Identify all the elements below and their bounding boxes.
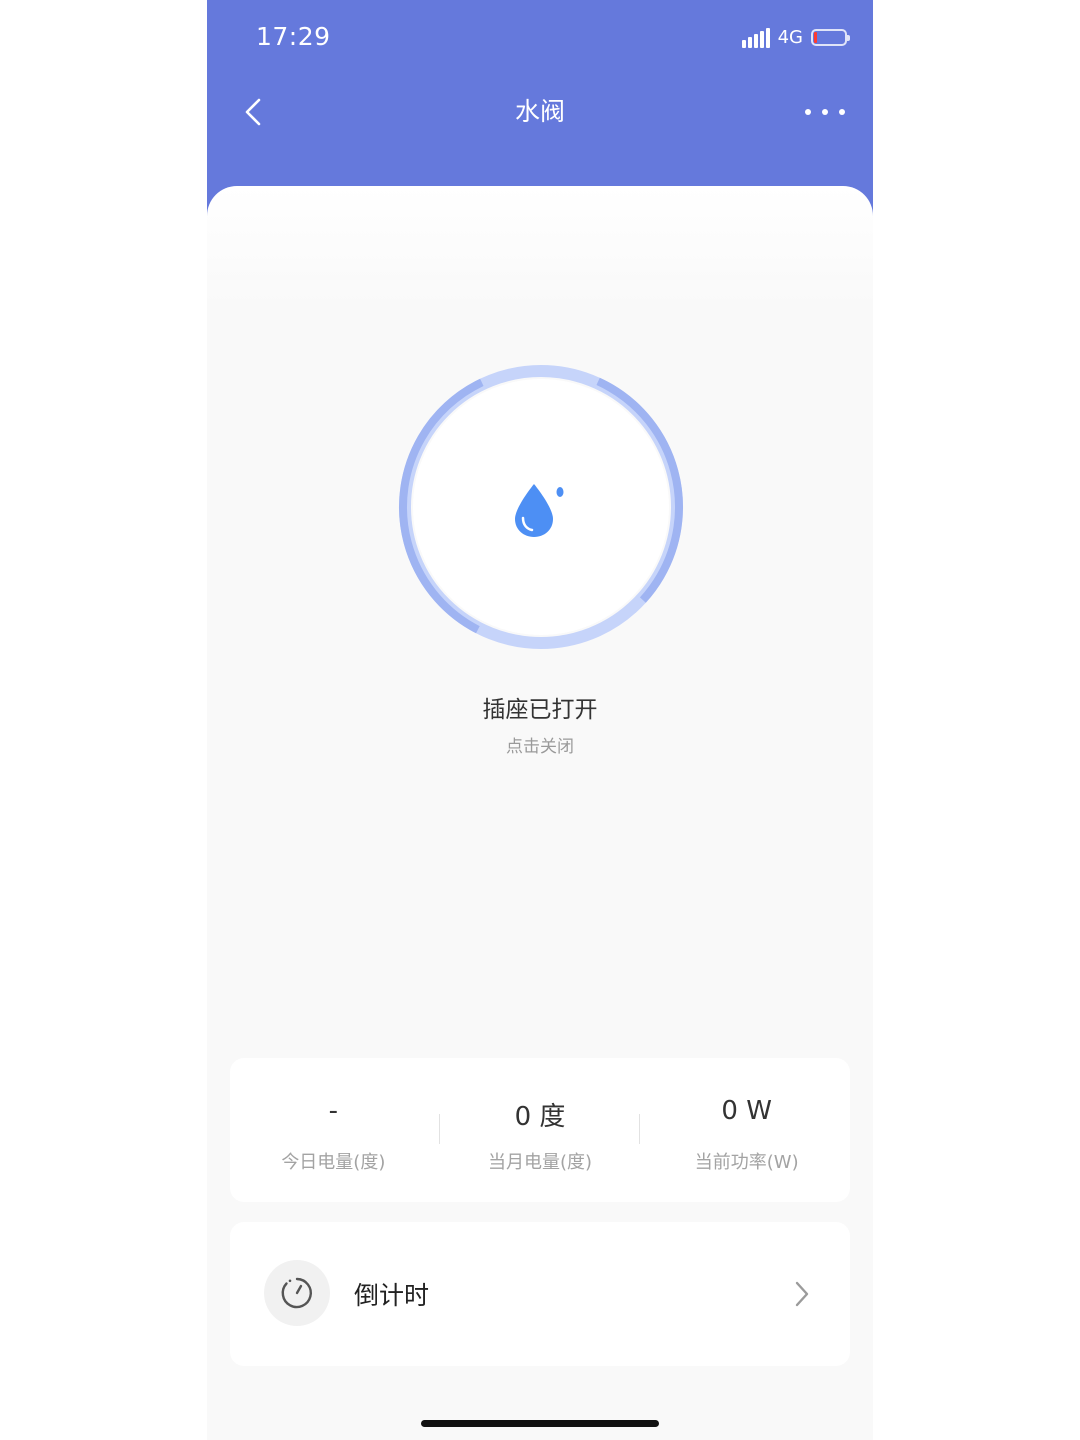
toggle-ring-graphic [399, 365, 683, 649]
stat-label: 今日电量(度) [281, 1152, 386, 1173]
stat-current-power: 0 W 当前功率(W) [643, 1058, 850, 1202]
status-indicators: 4G [741, 27, 850, 48]
stat-label: 当月电量(度) [487, 1152, 593, 1173]
tap-to-close-hint[interactable]: 点击关闭 [207, 732, 873, 757]
divider [639, 1114, 640, 1144]
main-content: 插座已打开 点击关闭 - 今日电量(度) 0 度 当月电量(度) 0 W 当前功… [207, 186, 873, 1440]
power-toggle-button[interactable] [396, 362, 686, 652]
battery-icon [811, 29, 850, 46]
countdown-timer-row[interactable]: 倒计时 [230, 1222, 850, 1366]
network-label: 4G [777, 27, 803, 48]
device-status-title: 插座已打开 [482, 697, 598, 723]
page-title: 水阀 [514, 97, 565, 126]
stats-card: - 今日电量(度) 0 度 当月电量(度) 0 W 当前功率(W) [230, 1058, 850, 1202]
stat-value: 0 W [721, 1096, 772, 1126]
stat-month-energy: 0 度 当月电量(度) [437, 1058, 644, 1202]
countdown-label: 倒计时 [354, 1281, 430, 1310]
status-time: 17:29 [256, 22, 331, 51]
more-dots-icon [805, 109, 811, 115]
phone-screen: 17:29 4G 水阀 插座已打开 点击关闭 - 今日电量(度) 0 度 当月电… [207, 0, 873, 1440]
more-button[interactable] [805, 100, 845, 124]
stat-value: 0 度 [514, 1102, 566, 1132]
battery-level [814, 32, 817, 43]
stat-label: 当前功率(W) [694, 1152, 799, 1173]
timer-icon [281, 1277, 312, 1309]
signal-icon [741, 27, 770, 48]
stat-value: - [328, 1096, 339, 1126]
stat-today-energy: - 今日电量(度) [230, 1058, 437, 1202]
home-indicator[interactable] [421, 1420, 659, 1427]
chevron-right-icon [795, 1281, 809, 1307]
timer-icon-badge [264, 1260, 330, 1326]
